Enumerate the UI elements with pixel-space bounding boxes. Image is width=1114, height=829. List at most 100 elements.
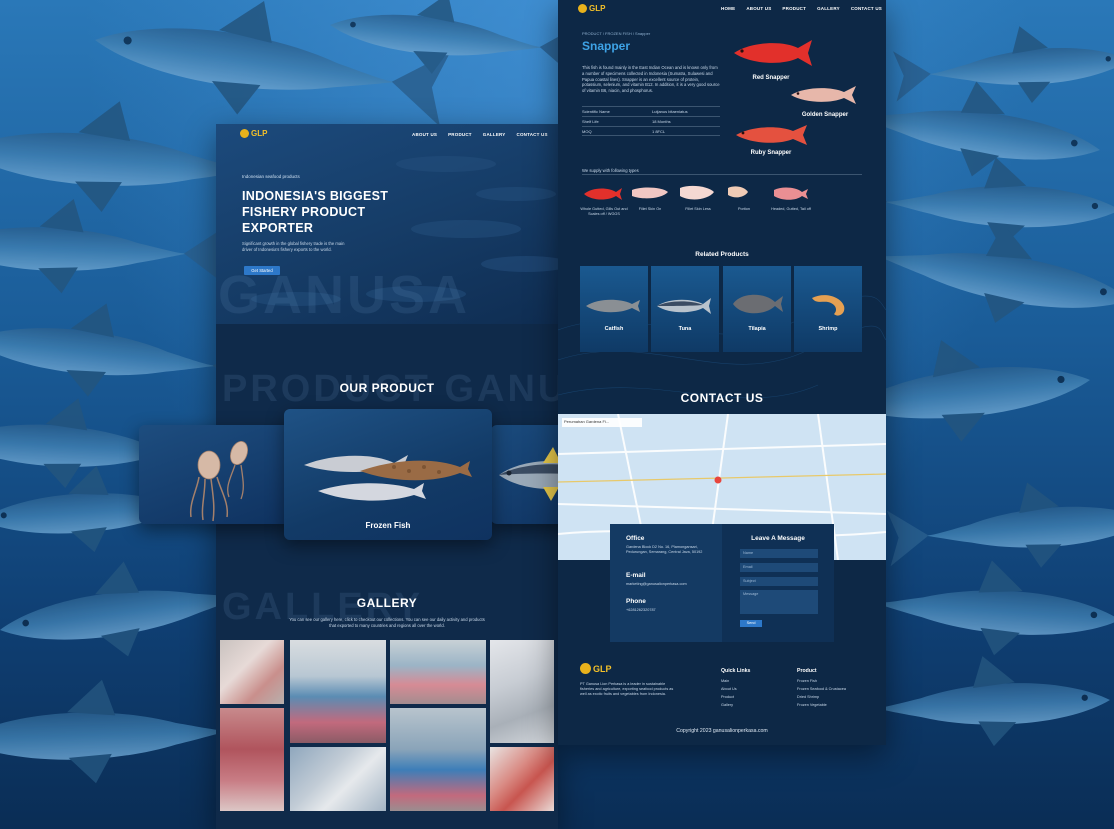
contact-us-title: CONTACT US	[680, 391, 764, 405]
nav-about-us[interactable]: ABOUT US	[746, 6, 771, 11]
footer-product-item[interactable]: Frozen Seafood & Crustacea	[797, 687, 846, 691]
quick-links-title: Quick Links	[721, 668, 751, 674]
quick-link-main[interactable]: Main	[721, 679, 729, 683]
gallery-photo-3[interactable]	[390, 640, 486, 704]
top-nav: GLP HOME ABOUT US PRODUCT GALLERY CONTAC…	[558, 0, 886, 20]
type-fillet-skin-on: Fillet Skin On	[638, 207, 662, 211]
spec-value: 1 8FCL	[652, 128, 666, 134]
office-heading: Office	[626, 535, 645, 542]
our-product-title: OUR PRODUCT	[339, 381, 435, 395]
footer-product-item[interactable]: Frozen Fish	[797, 679, 817, 683]
quick-link-gallery[interactable]: Gallery	[721, 703, 733, 707]
footer-logo[interactable]: GLP	[580, 663, 612, 674]
type-fillet-skin-less: Fillet Skin Less	[685, 207, 711, 211]
type-headed-gutted-tail-off: Headed, Gutted, Tail off	[771, 207, 811, 211]
gallery-photo-6[interactable]	[290, 747, 386, 811]
variety-ruby-snapper[interactable]: Ruby Snapper	[730, 150, 812, 156]
product-card-frozen-fish[interactable]: Frozen Fish	[284, 409, 492, 540]
logo-text: GLP	[251, 129, 268, 138]
squid-icon	[189, 440, 248, 522]
send-button[interactable]: Send	[740, 620, 762, 627]
nav-home[interactable]: HOME	[721, 6, 735, 11]
variety-red-snapper[interactable]: Red Snapper	[730, 75, 812, 81]
top-nav: GLP ABOUT US PRODUCT GALLERY CONTACT US	[216, 124, 558, 144]
related-card-catfish[interactable]: Catfish	[580, 266, 648, 352]
related-products-title: Related Products	[695, 251, 749, 258]
office-address: Gardena Block D2 No. 16, Plamongansari, …	[626, 545, 703, 554]
gallery-photo-8[interactable]	[490, 747, 554, 811]
nav-gallery[interactable]: GALLERY	[483, 132, 506, 137]
type-wggs: Whole Gutted, Gills Out and Scales off /…	[580, 207, 628, 216]
frozen-fish-icon	[304, 455, 472, 501]
divider	[582, 174, 862, 175]
ruby-snapper-icon	[736, 125, 807, 145]
gallery-photo-7[interactable]	[390, 708, 486, 811]
quick-link-about-us[interactable]: About Us	[721, 687, 737, 691]
types-label: We supply with following types	[582, 168, 639, 173]
spec-value: 18 Months	[652, 119, 671, 124]
product-column-title: Product	[797, 668, 817, 674]
leave-message-form: Leave A Message Name Email Subject Messa…	[722, 524, 834, 642]
gallery-photo-2[interactable]	[290, 640, 386, 743]
phone-heading: Phone	[626, 598, 646, 605]
logo-icon	[578, 4, 587, 13]
tuna-icon	[657, 298, 711, 314]
red-snapper-icon	[734, 40, 812, 66]
product-card-seafood[interactable]	[139, 425, 289, 524]
gallery-photo-5[interactable]	[220, 708, 284, 811]
quick-link-product[interactable]: Product	[721, 695, 734, 699]
email-address[interactable]: marketing@ganusalionperkasa.com	[626, 582, 716, 587]
hero-description: Significant growth in the global fishery…	[242, 241, 345, 252]
spec-row: Scientific Name Lutjanus bitaeniatus	[582, 106, 720, 116]
product-description: This fish is found mainly in the East In…	[582, 65, 720, 94]
hero-title: INDONESIA'S BIGGEST FISHERY PRODUCT EXPO…	[242, 189, 389, 235]
shrimp-icon	[812, 295, 845, 316]
catfish-icon	[586, 299, 640, 313]
nav-product[interactable]: PRODUCT	[782, 6, 806, 11]
related-label: Catfish	[604, 326, 624, 332]
logo-icon	[580, 663, 591, 674]
related-label: Tuna	[678, 326, 692, 332]
spec-value: Lutjanus bitaeniatus	[652, 109, 688, 114]
email-field[interactable]: Email	[740, 563, 818, 572]
gallery-photo-1[interactable]	[220, 640, 284, 704]
contact-info-box: Office Gardena Block D2 No. 16, Plamonga…	[610, 524, 722, 642]
related-card-tilapia[interactable]: Tilapia	[723, 266, 791, 352]
product-card-label: Frozen Fish	[365, 521, 411, 530]
breadcrumb[interactable]: PRODUCT / FROZEN FISH / Snapper	[582, 31, 650, 36]
spec-table: Scientific Name Lutjanus bitaeniatus Shel…	[582, 106, 720, 136]
hero-watermark: GANUSA	[218, 265, 471, 324]
hero-section: GLP ABOUT US PRODUCT GALLERY CONTACT US …	[216, 124, 558, 324]
message-form-title: Leave A Message	[751, 535, 805, 542]
nav-gallery[interactable]: GALLERY	[817, 6, 840, 11]
product-detail-mockup: GLP HOME ABOUT US PRODUCT GALLERY CONTAC…	[558, 0, 886, 745]
nav-contact-us[interactable]: CONTACT US	[851, 6, 882, 11]
logo-icon	[240, 129, 249, 138]
message-field[interactable]: Message	[740, 590, 818, 614]
related-card-tuna[interactable]: Tuna	[651, 266, 719, 352]
subject-field[interactable]: Subject	[740, 577, 818, 586]
tilapia-icon	[733, 294, 783, 314]
logo[interactable]: GLP	[578, 4, 605, 13]
type-portion: Portion	[737, 207, 751, 211]
variety-golden-snapper[interactable]: Golden Snapper	[786, 112, 864, 118]
gallery-title: GALLERY	[356, 596, 418, 610]
email-heading: E-mail	[626, 572, 646, 579]
name-field[interactable]: Name	[740, 549, 818, 558]
nav-product[interactable]: PRODUCT	[448, 132, 472, 137]
spec-label: MOQ	[582, 128, 592, 134]
footer-product-item[interactable]: Frozen Vegetable	[797, 703, 827, 707]
copyright: Copyright 2023 ganusalionperkasa.com	[676, 728, 768, 734]
nav-about-us[interactable]: ABOUT US	[412, 132, 437, 137]
gallery-photo-4[interactable]	[490, 640, 554, 743]
nav-contact-us[interactable]: CONTACT US	[517, 132, 548, 137]
footer-product-item[interactable]: Dried Shrimp	[797, 695, 819, 699]
spec-row: Shelf Life 18 Months	[582, 116, 720, 126]
phone-number[interactable]: +6281262320787	[626, 608, 716, 613]
related-label: Tilapia	[748, 326, 766, 332]
cut-types-icons	[584, 185, 808, 200]
map-pin-icon[interactable]	[714, 476, 722, 484]
footer-description: PT Ganusa Lion Perkasa is a leader in su…	[580, 682, 674, 696]
related-card-shrimp[interactable]: Shrimp	[794, 266, 862, 352]
logo[interactable]: GLP	[240, 129, 267, 138]
